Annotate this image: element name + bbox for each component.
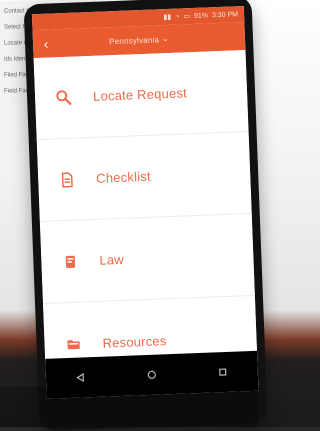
arrow-left-icon: ‹	[43, 36, 48, 52]
page-title: Pennsylvania	[109, 35, 159, 46]
chevron-down-icon: ⌄	[162, 33, 169, 42]
recents-square-icon	[215, 365, 230, 380]
menu-item-label: Locate Request	[93, 85, 187, 104]
menu-item-label: Checklist	[96, 169, 151, 186]
phone: ▮▮ ◔ ▭ 91% 3:30 PM ‹ Pennsylvania ⌄	[24, 0, 268, 431]
foreground-shadow	[0, 387, 258, 427]
phone-screen: ▮▮ ◔ ▭ 91% 3:30 PM ‹ Pennsylvania ⌄	[32, 6, 259, 399]
signal-icon: ▮▮	[163, 13, 171, 21]
menu-item-law[interactable]: Law	[40, 214, 255, 304]
wifi-icon: ◔	[175, 13, 179, 20]
title-dropdown[interactable]: Pennsylvania ⌄	[33, 32, 245, 49]
nav-recents-button[interactable]	[208, 358, 237, 387]
back-button[interactable]: ‹	[33, 29, 60, 58]
menu-item-checklist[interactable]: Checklist	[37, 132, 252, 222]
battery-percent: 91%	[194, 12, 208, 20]
search-icon	[53, 86, 76, 109]
nav-home-button[interactable]	[137, 360, 166, 389]
menu-item-locate-request[interactable]: Locate Request	[34, 50, 249, 140]
back-triangle-icon	[74, 370, 89, 385]
document-icon	[56, 168, 79, 191]
menu-item-label: Resources	[102, 333, 166, 350]
main-menu: Locate Request Checklist	[34, 50, 257, 359]
menu-item-label: Law	[99, 252, 124, 268]
folder-icon	[62, 332, 85, 355]
book-icon	[59, 250, 82, 273]
home-circle-icon	[145, 368, 160, 383]
battery-icon: ▭	[183, 12, 190, 20]
status-time: 3:30 PM	[212, 11, 238, 19]
